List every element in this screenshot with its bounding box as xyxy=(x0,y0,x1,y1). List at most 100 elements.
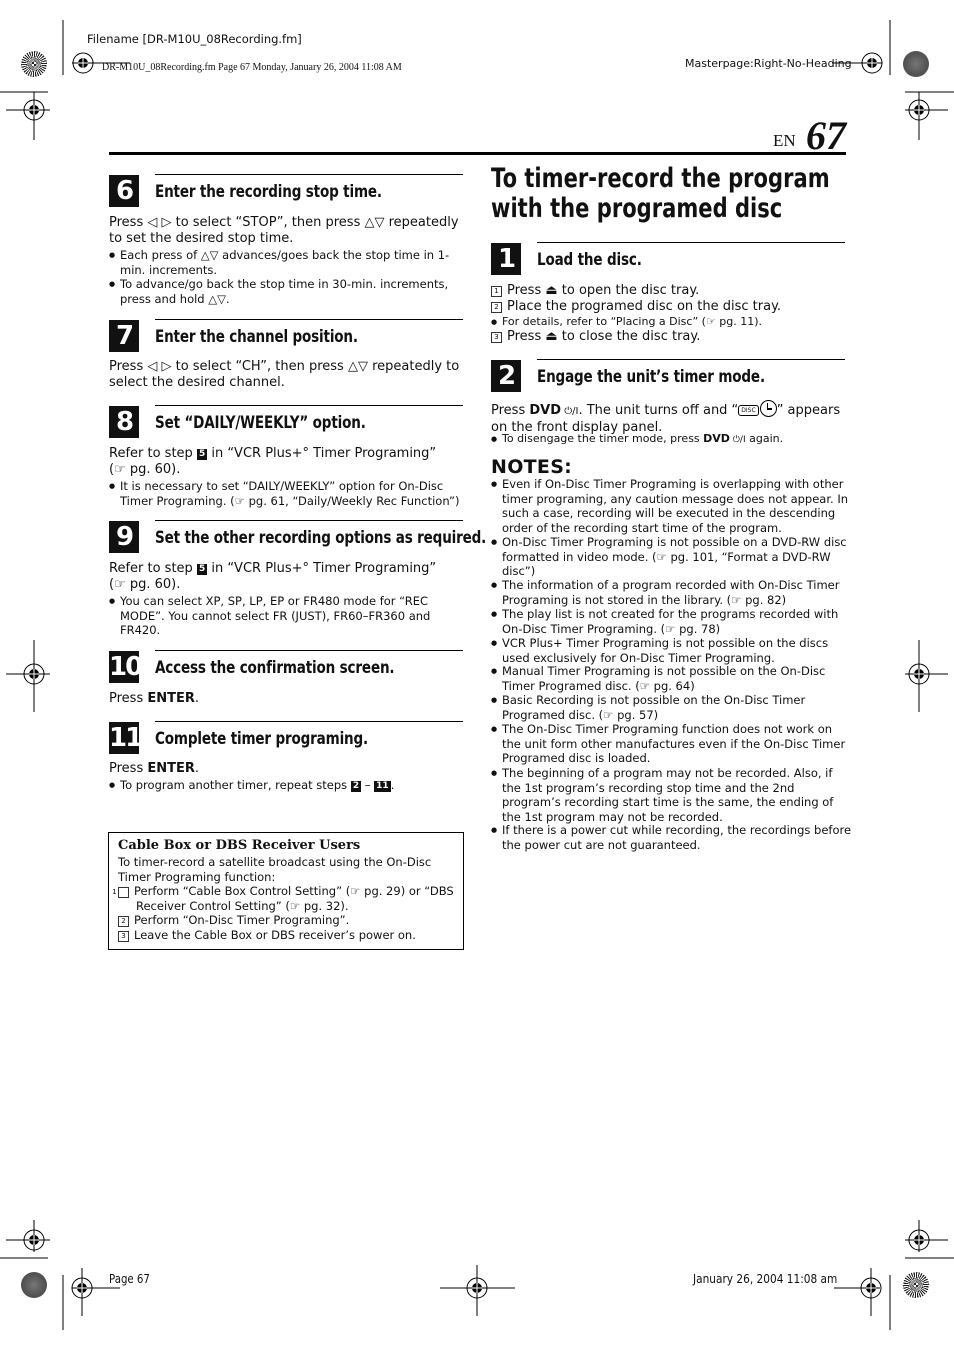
step-number: 7 xyxy=(109,320,139,352)
text: Refer to step xyxy=(109,446,197,461)
text: . The unit turns off and “ xyxy=(578,403,739,418)
cable-box-note: Cable Box or DBS Receiver Users To timer… xyxy=(108,832,464,950)
step-title: Set the other recording options as requi… xyxy=(155,528,487,547)
step-title: Set “DAILY/WEEKLY” option. xyxy=(155,413,366,432)
note-item: Even if On-Disc Timer Programing is over… xyxy=(491,477,854,535)
step-number: 11 xyxy=(109,722,143,754)
text: Perform “Cable Box Control Setting” (☞ p… xyxy=(134,884,454,913)
item-number: 2 xyxy=(491,302,502,313)
step-rule xyxy=(155,319,463,320)
cable-box-item: 2 Perform “On-Disc Timer Programing”. xyxy=(118,913,458,928)
power-icon: ⏻/I xyxy=(561,406,579,417)
step-rule xyxy=(537,242,845,243)
step-body: Press ENTER. xyxy=(109,761,199,777)
text: Place the programed disc on the disc tra… xyxy=(507,299,782,314)
eject-icon: ⏏ xyxy=(545,283,558,298)
step-rule xyxy=(155,174,463,175)
cable-box-intro: To timer-record a satellite broadcast us… xyxy=(118,855,432,884)
cable-box-item: 1 Perform “Cable Box Control Setting” (☞ … xyxy=(112,884,476,913)
item-number: 1 xyxy=(491,286,502,297)
text: To program another timer, repeat steps xyxy=(120,778,351,792)
notes-title: NOTES: xyxy=(491,456,573,478)
text: again. xyxy=(745,432,784,445)
note-item: The On-Disc Timer Programing function do… xyxy=(491,722,854,766)
text: Perform “On-Disc Timer Programing”. xyxy=(134,913,350,927)
step-ref-badge: 2 xyxy=(350,781,362,792)
footer-page: Page 67 xyxy=(109,1272,150,1286)
step-body: Refer to step 5 in “VCR Plus+° Timer Pro… xyxy=(109,561,439,593)
step-title: Access the confirmation screen. xyxy=(155,658,395,677)
star-target-icon xyxy=(21,51,47,77)
step-number: 9 xyxy=(109,521,139,553)
text: . xyxy=(194,691,200,706)
text: to close the disc tray. xyxy=(557,329,701,344)
bullet: Each press of △▽ advances/goes back the … xyxy=(109,248,465,277)
item-number: 3 xyxy=(118,931,129,942)
step-rule xyxy=(537,359,845,360)
item-number: 1 xyxy=(112,887,129,898)
bullet: You can select XP, SP, LP, EP or FR480 m… xyxy=(109,594,465,638)
text: to open the disc tray. xyxy=(557,283,700,298)
step-body: Press ◁ ▷ to select “STOP”, then press △… xyxy=(109,215,459,246)
cable-box-title: Cable Box or DBS Receiver Users xyxy=(118,838,361,853)
text: Leave the Cable Box or DBS receiver’s po… xyxy=(134,928,416,942)
step-ref-badge: 11 xyxy=(374,781,391,792)
text: Press xyxy=(109,691,148,706)
dvd-key-label: DVD xyxy=(703,432,730,445)
note-item: On-Disc Timer Programing is not possible… xyxy=(491,535,854,579)
step-title: Engage the unit’s timer mode. xyxy=(537,367,765,386)
section-title: To timer-record the program with the pro… xyxy=(491,164,830,224)
list-item: 1 Press ⏏ to open the disc tray. xyxy=(491,283,699,299)
grey-dot-icon xyxy=(21,1272,47,1298)
note-item: The play list is not created for the pro… xyxy=(491,607,854,636)
step-number: 8 xyxy=(109,406,139,438)
cable-box-item: 3 Leave the Cable Box or DBS receiver’s p… xyxy=(118,928,458,943)
step-body: Press ENTER. xyxy=(109,691,199,707)
power-icon: ⏻/I xyxy=(729,435,746,445)
text: To disengage the timer mode, press xyxy=(502,432,704,445)
step-ref-badge: 5 xyxy=(196,564,208,575)
list-item: 3 Press ⏏ to close the disc tray. xyxy=(491,329,700,345)
step-number: 10 xyxy=(109,651,143,683)
timer-clock-icon xyxy=(759,400,777,417)
note-item: The beginning of a program may not be re… xyxy=(491,766,854,824)
step-ref-badge: 5 xyxy=(196,449,208,460)
text: Refer to step xyxy=(109,561,197,576)
footer-date: January 26, 2004 11:08 am xyxy=(693,1272,838,1286)
note-item: VCR Plus+ Timer Programing is not possib… xyxy=(491,636,854,665)
text: – xyxy=(361,778,375,792)
step-number: 6 xyxy=(109,175,139,207)
bullet: To program another timer, repeat steps 2… xyxy=(109,778,465,793)
step-rule xyxy=(155,520,463,521)
item-number: 2 xyxy=(118,916,129,927)
list-item: 2 Place the programed disc on the disc tr… xyxy=(491,299,781,315)
star-target-icon xyxy=(903,1272,929,1298)
dvd-key-label: DVD xyxy=(529,403,562,418)
print-filename: Filename [DR-M10U_08Recording.fm] xyxy=(87,32,302,46)
bullet: To disengage the timer mode, press DVD ⏻… xyxy=(491,432,852,448)
text: . xyxy=(390,778,395,792)
step-title: Enter the recording stop time. xyxy=(155,182,382,201)
step-number: 2 xyxy=(491,360,521,392)
text: . xyxy=(194,761,200,776)
text: Press xyxy=(507,329,546,344)
step-title: Complete timer programing. xyxy=(155,729,369,748)
note-item: The information of a program recorded wi… xyxy=(491,578,854,607)
text: Press xyxy=(109,761,148,776)
language-label: EN xyxy=(773,131,796,150)
text: Press xyxy=(507,283,546,298)
note-item: Manual Timer Programing is not possible … xyxy=(491,664,854,693)
step-number: 1 xyxy=(491,243,521,275)
step-title: Load the disc. xyxy=(537,250,642,269)
grey-dot-icon xyxy=(903,51,929,77)
note-item: If there is a power cut while recording,… xyxy=(491,823,854,852)
header-rule xyxy=(109,152,846,155)
enter-key-label: ENTER xyxy=(147,761,195,776)
enter-key-label: ENTER xyxy=(147,691,195,706)
step-body: Press DVD ⏻/I. The unit turns off and “D… xyxy=(491,400,851,436)
bullet: For details, refer to “Placing a Disc” (… xyxy=(491,315,847,330)
disc-indicator-icon: DISC xyxy=(738,405,759,416)
step-body: Refer to step 5 in “VCR Plus+° Timer Pro… xyxy=(109,446,439,478)
step-rule xyxy=(155,650,463,651)
section-title-text: To timer-record the program with the pro… xyxy=(491,163,830,224)
